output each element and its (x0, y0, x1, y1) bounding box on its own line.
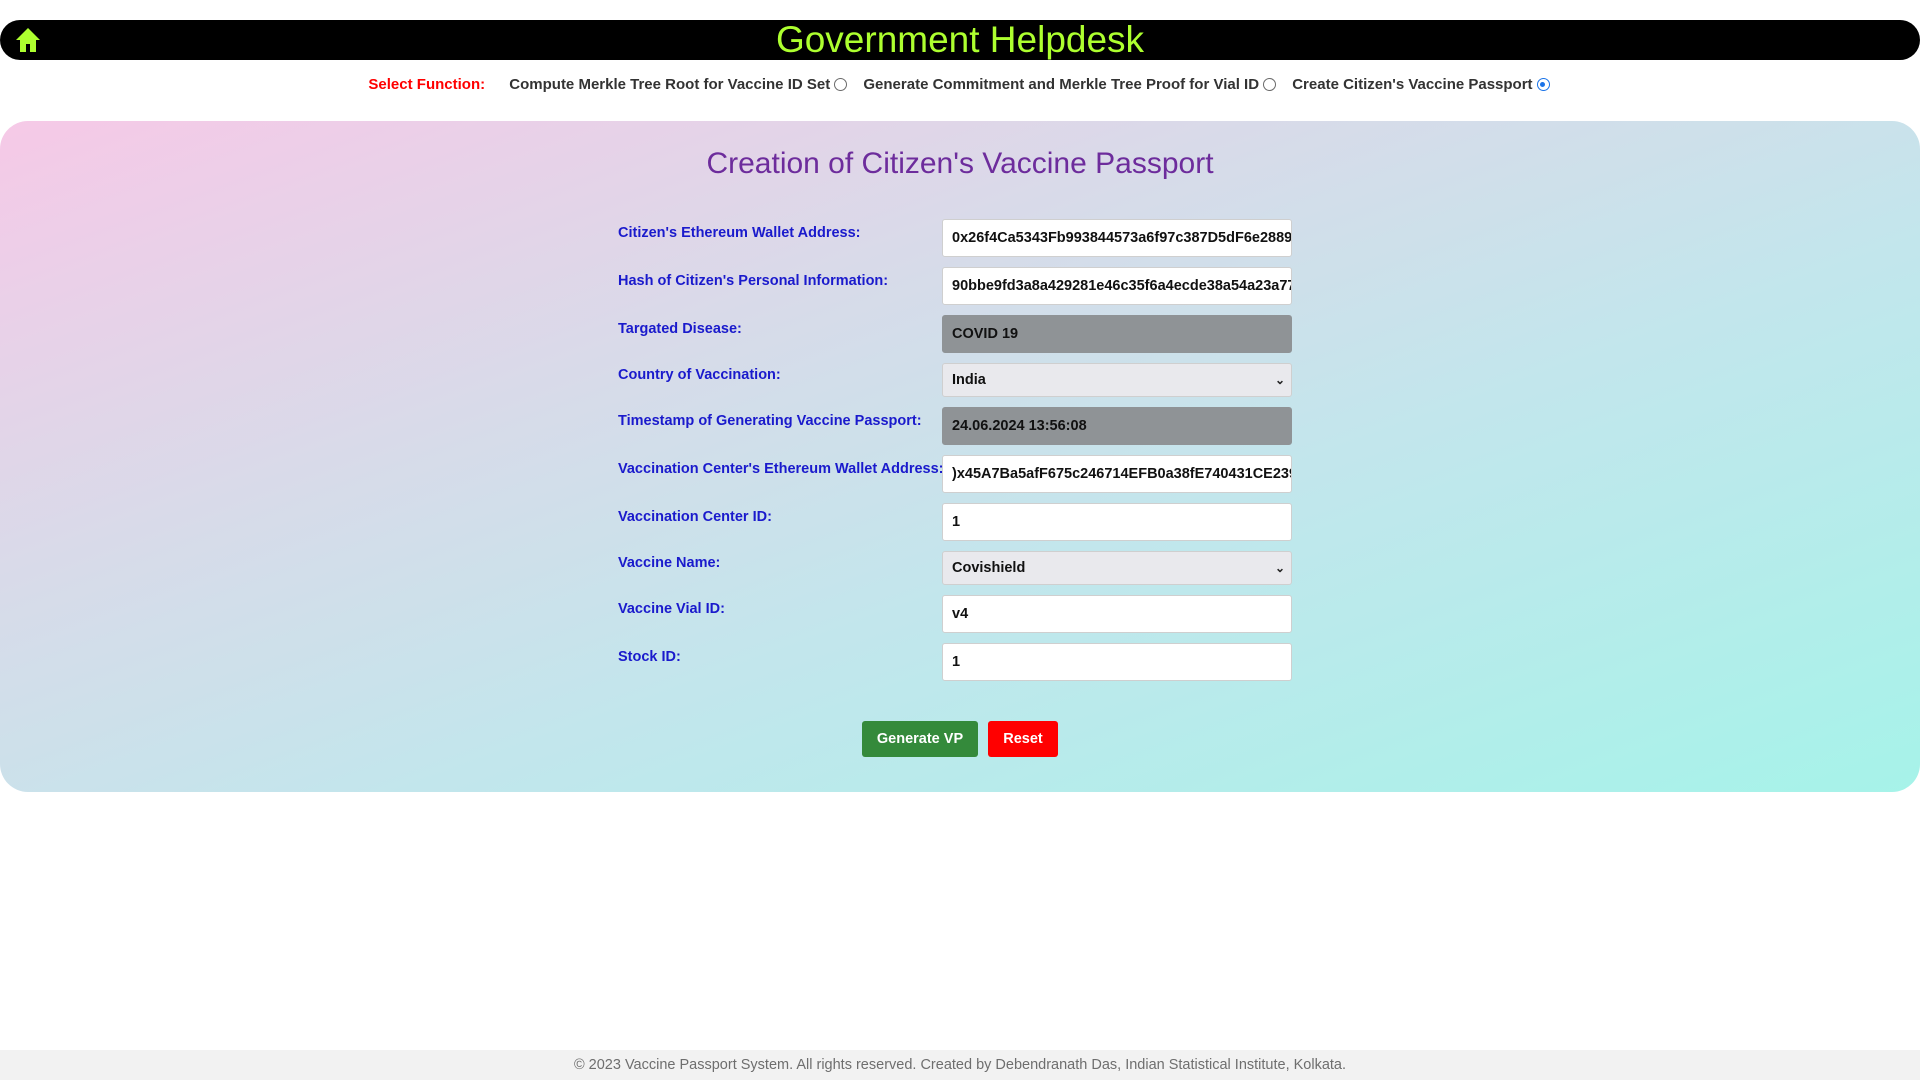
row-vial-id: Vaccine Vial ID: v4 (618, 595, 1292, 633)
row-personal-info-hash: Hash of Citizen's Personal Information: … (618, 267, 1292, 305)
chevron-down-icon: ⌄ (1274, 561, 1285, 575)
targeted-disease-label: Targated Disease: (618, 321, 742, 337)
row-center-id: Vaccination Center ID: 1 (618, 503, 1292, 541)
vaccine-name-select-value: Covishield (952, 560, 1026, 576)
row-stock-id: Stock ID: 1 (618, 643, 1292, 681)
generate-vp-button[interactable]: Generate VP (862, 721, 978, 757)
vial-id-label: Vaccine Vial ID: (618, 601, 725, 617)
timestamp-field: 24.06.2024 13:56:08 (942, 407, 1292, 445)
vaccine-name-select[interactable]: Covishield ⌄ (942, 551, 1292, 585)
citizen-wallet-input[interactable]: 0x26f4Ca5343Fb993844573a6f97c387D5dF6e28… (942, 219, 1292, 257)
country-select[interactable]: India ⌄ (942, 363, 1292, 397)
vial-id-input[interactable]: v4 (942, 595, 1292, 633)
vaccine-name-label: Vaccine Name: (618, 555, 721, 571)
row-center-wallet: Vaccination Center's Ethereum Wallet Add… (618, 455, 1292, 493)
center-wallet-input[interactable]: )x45A7Ba5afF675c246714EFB0a38fE740431CE2… (942, 455, 1292, 493)
radio-commitment-proof[interactable] (1263, 78, 1277, 91)
function-selector: Select Function: Compute Merkle Tree Roo… (0, 76, 1920, 100)
footer: © 2023 Vaccine Passport System. All righ… (0, 1050, 1920, 1080)
footer-text: © 2023 Vaccine Passport System. All righ… (573, 1057, 1347, 1073)
row-timestamp: Timestamp of Generating Vaccine Passport… (618, 407, 1292, 445)
header-bar: Government Helpdesk (0, 20, 1920, 60)
function-option-label: Generate Commitment and Merkle Tree Proo… (863, 76, 1260, 93)
row-vaccine-name: Vaccine Name: Covishield ⌄ (618, 549, 1292, 587)
radio-merkle-root[interactable] (834, 78, 848, 91)
citizen-wallet-label: Citizen's Ethereum Wallet Address: (618, 225, 861, 241)
function-option-label: Compute Merkle Tree Root for Vaccine ID … (509, 76, 831, 93)
stock-id-label: Stock ID: (618, 649, 681, 665)
personal-info-hash-label: Hash of Citizen's Personal Information: (618, 273, 889, 289)
center-id-label: Vaccination Center ID: (618, 509, 772, 525)
reset-button[interactable]: Reset (988, 721, 1058, 757)
function-selector-label: Select Function: (368, 76, 486, 93)
function-option-commitment-proof[interactable]: Generate Commitment and Merkle Tree Proo… (863, 76, 1277, 93)
radio-vaccine-passport[interactable] (1536, 78, 1550, 91)
chevron-down-icon: ⌄ (1274, 373, 1285, 387)
form-title: Creation of Citizen's Vaccine Passport (706, 147, 1214, 180)
country-select-value: India (952, 372, 986, 388)
row-country: Country of Vaccination: India ⌄ (618, 361, 1292, 399)
center-id-input[interactable]: 1 (942, 503, 1292, 541)
country-label: Country of Vaccination: (618, 367, 781, 383)
center-wallet-label: Vaccination Center's Ethereum Wallet Add… (618, 461, 944, 477)
function-option-label: Create Citizen's Vaccine Passport (1292, 76, 1533, 93)
stock-id-input[interactable]: 1 (942, 643, 1292, 681)
function-option-merkle-root[interactable]: Compute Merkle Tree Root for Vaccine ID … (509, 76, 848, 93)
function-option-vaccine-passport[interactable]: Create Citizen's Vaccine Passport (1292, 76, 1550, 93)
personal-info-hash-input[interactable]: 90bbe9fd3a8a429281e46c35f6a4ecde38a54a23… (942, 267, 1292, 305)
targeted-disease-field: COVID 19 (942, 315, 1292, 353)
page-title: Government Helpdesk (775, 19, 1145, 60)
row-targeted-disease: Targated Disease: COVID 19 (618, 315, 1292, 353)
row-citizen-wallet: Citizen's Ethereum Wallet Address: 0x26f… (618, 219, 1292, 257)
timestamp-label: Timestamp of Generating Vaccine Passport… (618, 413, 922, 429)
